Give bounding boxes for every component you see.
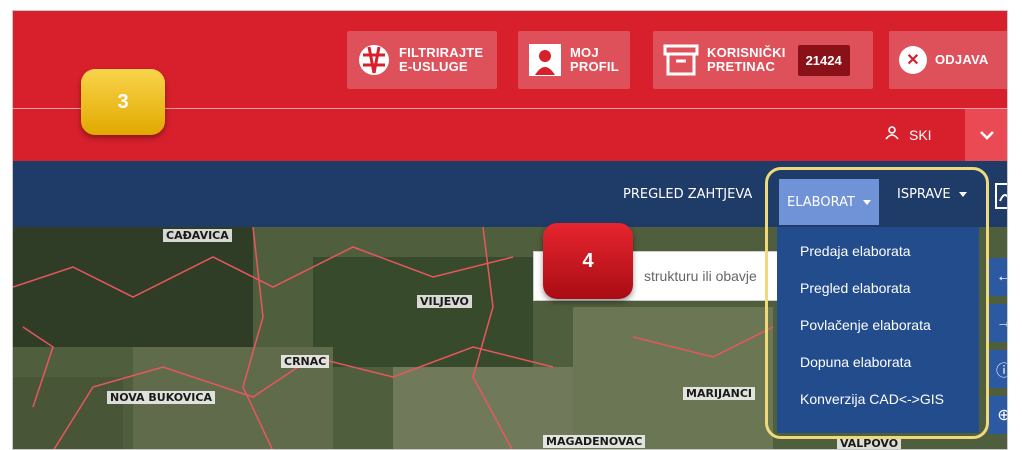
map-label-nova-bukovica: NOVA BUKOVICA	[107, 391, 215, 404]
profile-icon	[528, 43, 562, 77]
arrow-right-icon[interactable]: →	[989, 304, 1007, 342]
menu-item-cad-gis-conversion[interactable]: Konverzija CAD<->GIS	[777, 385, 979, 422]
filter-services-button[interactable]: FILTRIRAJTE E-USLUGE	[347, 31, 497, 89]
map-search-text: strukturu ili obavje	[644, 268, 757, 284]
crosshair-icon[interactable]: ⊕	[989, 396, 1007, 434]
user-inbox-button[interactable]: KORISNIČKI PRETINAC 21424	[653, 31, 873, 89]
map-label-crnac: CRNAC	[281, 355, 330, 368]
user-inbox-label: KORISNIČKI PRETINAC	[707, 45, 786, 74]
nav-elaborat[interactable]: ELABORAT	[779, 179, 879, 225]
info-icon[interactable]: ⓘ	[989, 350, 1007, 388]
menu-item-review-elaborat[interactable]: Pregled elaborata	[777, 274, 979, 311]
document-icon[interactable]	[995, 183, 1007, 214]
inbox-count-badge: 21424	[797, 44, 850, 76]
nav-isprave-label: ISPRAVE	[897, 186, 951, 202]
user-icon	[885, 126, 899, 143]
menu-item-submit-elaborat[interactable]: Predaja elaborata	[777, 237, 979, 274]
nav-isprave[interactable]: ISPRAVE	[897, 161, 967, 227]
archive-box-icon	[663, 44, 699, 76]
caret-down-icon	[862, 199, 871, 205]
elaborat-dropdown: Predaja elaborata Pregled elaborata Povl…	[777, 227, 979, 433]
logout-circle: ✕	[899, 46, 927, 74]
app-frame: FILTRIRAJTE E-USLUGE MOJ PROFIL KORISNIČ…	[12, 10, 1008, 450]
filter-services-label: FILTRIRAJTE E-USLUGE	[399, 45, 484, 74]
nav-review-requests[interactable]: PREGLED ZAHTJEVA	[623, 161, 752, 227]
menu-item-withdraw-elaborat[interactable]: Povlačenje elaborata	[777, 311, 979, 348]
user-name-label: SKI	[909, 126, 932, 143]
filter-globe-icon	[357, 43, 391, 77]
map-label-valpovo: VALPOVO	[837, 437, 902, 449]
chevron-down-icon	[980, 131, 994, 140]
caret-down-icon	[958, 191, 967, 197]
logout-label: ODJAVA	[935, 52, 989, 67]
map-label-cadavica: CAĐAVICA	[163, 229, 232, 242]
user-menu-toggle[interactable]	[965, 109, 1007, 161]
step-badge-3: 3	[81, 69, 165, 135]
my-profile-button[interactable]: MOJ PROFIL	[518, 31, 630, 89]
map-label-viljevo: VILJEVO	[417, 295, 472, 308]
map-label-magadenovac: MAGADENOVAC	[543, 435, 646, 448]
step-badge-4: 4	[543, 223, 633, 299]
user-menu[interactable]: SKI	[885, 126, 932, 143]
my-profile-label: MOJ PROFIL	[570, 45, 619, 74]
close-icon: ✕	[899, 46, 927, 74]
logout-button[interactable]: ✕ ODJAVA	[889, 31, 1007, 89]
map-tools: ← → ⓘ ⊕	[989, 258, 1007, 442]
arrow-left-icon[interactable]: ←	[989, 258, 1007, 296]
nav-elaborat-label: ELABORAT	[787, 194, 855, 210]
menu-item-supplement-elaborat[interactable]: Dopuna elaborata	[777, 348, 979, 385]
map-label-marijanci: MARIJANCI	[683, 387, 755, 400]
